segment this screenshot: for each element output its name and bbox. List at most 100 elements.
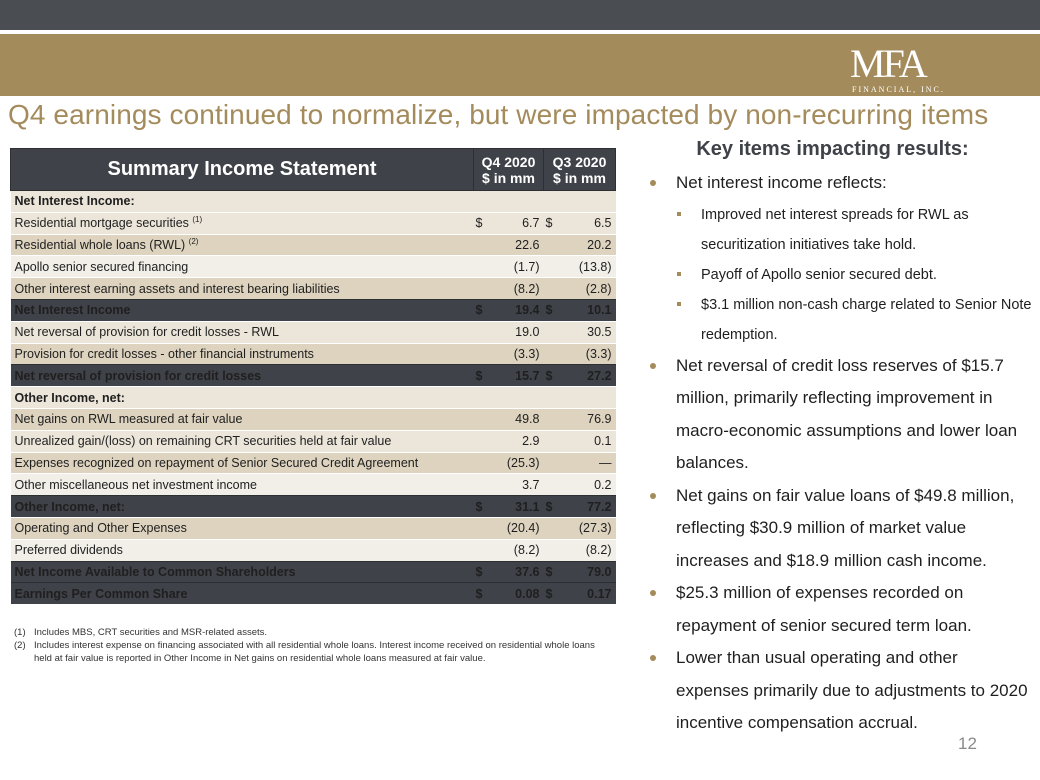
bullet-text: Lower than usual operating and other exp… <box>676 648 1028 732</box>
top-dark-band <box>0 0 1040 30</box>
q3-currency: $ <box>543 212 566 235</box>
q4-value <box>495 190 544 213</box>
q3-value <box>565 386 616 409</box>
q3-value: — <box>565 452 616 474</box>
q3-value: (3.3) <box>565 343 616 365</box>
q3-value-text: 77.2 <box>587 499 612 514</box>
q3-value: 30.5 <box>565 321 616 344</box>
footnote-mark: (1) <box>14 627 26 638</box>
q3-currency <box>543 473 566 496</box>
q4-value-text: (3.3) <box>513 346 540 361</box>
q3-currency <box>543 386 566 409</box>
sub-bullet-apollo: Payoff of Apollo senior secured debt. <box>650 260 1035 290</box>
q3-value-text: (3.3) <box>585 346 612 361</box>
q4-value: 0.08 <box>495 582 544 605</box>
q3-currency: $ <box>543 560 566 583</box>
q4-value-text: 49.8 <box>515 412 540 427</box>
q3-currency <box>543 452 566 474</box>
q4-currency <box>473 539 496 562</box>
q4-value: 6.7 <box>495 212 544 235</box>
q3-value-text: 0.1 <box>594 434 612 449</box>
q4-value-text: 19.4 <box>515 303 540 318</box>
row-label: Operating and Other Expenses <box>10 517 474 540</box>
q4-value: 37.6 <box>495 560 544 583</box>
q3-currency <box>543 234 566 256</box>
q3-value-text: 76.9 <box>587 412 612 427</box>
table-row: Unrealized gain/(loss) on remaining CRT … <box>10 430 616 453</box>
page-title: Q4 earnings continued to normalize, but … <box>8 99 989 130</box>
table-row: Earnings Per Common Share $0.08 $0.17 <box>10 582 616 605</box>
table-row: Net reversal of provision for credit los… <box>10 364 616 387</box>
q4-value-text: (8.2) <box>513 281 540 296</box>
footnotes: (1) Includes MBS, CRT securities and MSR… <box>14 626 614 665</box>
q4-value-text: (20.4) <box>506 521 540 536</box>
row-label-text: Unrealized gain/(loss) on remaining CRT … <box>14 434 392 449</box>
footnote-ref: (2) <box>188 236 199 246</box>
row-label-text: Other Income, net: <box>14 390 125 405</box>
table-row: Net gains on RWL measured at fair value 4… <box>10 408 616 431</box>
table-row: Net Income Available to Common Sharehold… <box>10 560 616 583</box>
q4-currency <box>473 255 496 278</box>
q4-currency <box>473 430 496 453</box>
row-label-text: Net Income Available to Common Sharehold… <box>14 564 296 579</box>
q3-value-text: (8.2) <box>585 543 612 558</box>
q3-value: 20.2 <box>565 234 616 256</box>
q4-value: 2.9 <box>495 430 544 453</box>
q4-value-text: (8.2) <box>513 543 540 558</box>
bullet-net-interest: Net interest income reflects: <box>650 167 1035 200</box>
q3-value-text: 10.1 <box>587 303 612 318</box>
q3-value-text: 20.2 <box>587 237 612 252</box>
footnote-mark: (2) <box>14 640 26 651</box>
q4-value: (8.2) <box>495 539 544 562</box>
q4-currency: $ <box>473 495 496 518</box>
q4-currency: $ <box>473 560 496 583</box>
q4-currency <box>473 190 496 213</box>
row-label-text: Net reversal of provision for credit los… <box>14 325 279 340</box>
bullet-credit-reserves: Net reversal of credit loss reserves of … <box>650 350 1035 480</box>
q3-value: 10.1 <box>565 298 616 322</box>
bullet-text: Net gains on fair value loans of $49.8 m… <box>676 485 1015 570</box>
q3-currency-text: $ <box>545 564 553 579</box>
q4-currency <box>473 473 496 496</box>
row-label-text: Other interest earning assets and intere… <box>14 281 340 296</box>
row-label-text: Net Interest Income <box>14 303 131 318</box>
q3-value-text: (13.8) <box>578 259 612 274</box>
bullet-text: $25.3 million of expenses recorded on re… <box>676 583 972 635</box>
column-header-q3-unit: $ in mm <box>553 169 606 186</box>
table-row: Net Interest Income $19.4 $10.1 <box>10 298 616 322</box>
bullet-dot-icon <box>650 590 656 596</box>
bullet-dot-icon <box>650 180 656 186</box>
footnote-ref: (1) <box>192 215 203 225</box>
q3-currency-text: $ <box>545 368 553 383</box>
table-row: Preferred dividends (8.2) (8.2) <box>10 539 616 562</box>
q3-value: (8.2) <box>565 539 616 562</box>
q3-value-text: 27.2 <box>587 368 612 383</box>
logo-subtitle: FINANCIAL, INC. <box>852 85 945 94</box>
q3-value <box>565 190 616 213</box>
q4-value-text: 0.08 <box>515 586 540 601</box>
row-label: Other Income, net: <box>10 386 474 409</box>
q3-currency <box>543 430 566 453</box>
row-label: Other Income, net: <box>10 495 474 518</box>
q4-value: (25.3) <box>495 452 544 474</box>
q4-value: (20.4) <box>495 517 544 540</box>
row-label: Net Interest Income <box>10 298 474 322</box>
row-label: Net reversal of provision for credit los… <box>10 321 474 344</box>
q4-value-text: (25.3) <box>506 455 540 470</box>
summary-income-statement-table: Summary Income Statement Q4 2020 $ in mm… <box>10 148 616 605</box>
q3-currency <box>543 517 566 540</box>
q3-currency <box>543 539 566 562</box>
square-bullet-icon <box>677 301 681 306</box>
row-label-text: Net Interest Income: <box>14 194 135 209</box>
bullet-dot-icon <box>650 492 656 499</box>
q3-value: 0.1 <box>565 430 616 453</box>
column-header-q3: Q3 2020 $ in mm <box>543 148 616 191</box>
sub-bullet-text: Payoff of Apollo senior secured debt. <box>701 266 937 283</box>
q3-currency: $ <box>543 495 566 518</box>
q4-value-text: 15.7 <box>515 368 540 383</box>
row-label: Net reversal of provision for credit los… <box>10 364 474 387</box>
q4-currency <box>473 343 496 365</box>
q3-value-text: — <box>599 455 612 470</box>
q4-currency: $ <box>473 364 496 387</box>
q3-currency <box>543 408 566 431</box>
